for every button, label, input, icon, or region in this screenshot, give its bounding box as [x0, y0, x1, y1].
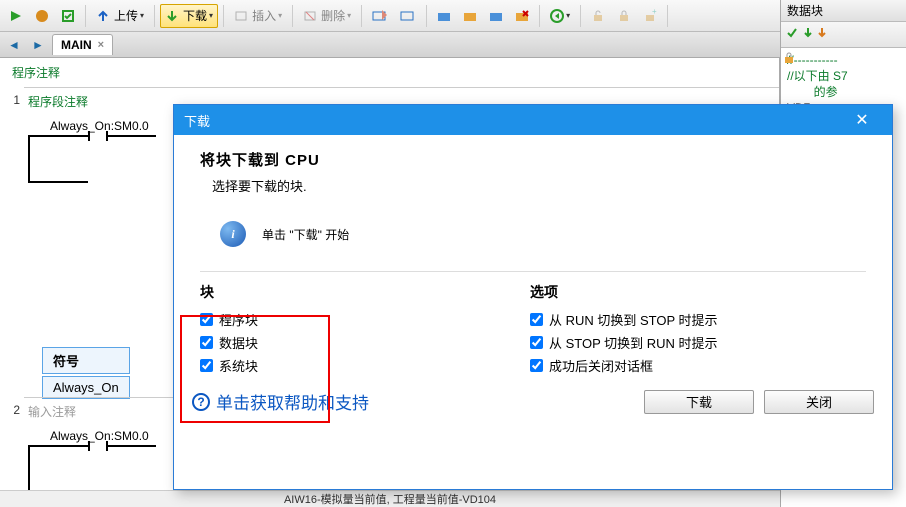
- blocks-heading: 块: [200, 282, 370, 302]
- row-number-2: 2: [4, 403, 20, 417]
- tool-icon-2[interactable]: [395, 4, 421, 28]
- close-icon[interactable]: ×: [98, 39, 104, 51]
- download-dialog: 下载 ✕ 将块下载到 CPU 选择要下载的块. i 单击 "下载" 开始 块 程…: [173, 104, 893, 490]
- delete-button: 删除▾: [298, 4, 356, 28]
- checkbox-system-block[interactable]: 系统块: [200, 356, 370, 375]
- tab-label: MAIN: [61, 38, 92, 52]
- row-number-1: 1: [4, 93, 20, 107]
- upload-button[interactable]: 上传 ▾: [91, 4, 149, 28]
- tool-folder-3[interactable]: [484, 4, 508, 28]
- checkbox-data-block[interactable]: 数据块: [200, 333, 370, 352]
- download-button[interactable]: 下载 ▾: [160, 4, 218, 28]
- tool-icon-1[interactable]: [367, 4, 393, 28]
- tab-main[interactable]: MAIN ×: [52, 34, 113, 55]
- close-button[interactable]: 关闭: [764, 390, 874, 414]
- lock-add-icon: +: [638, 4, 662, 28]
- program-comment: 程序注释: [12, 66, 60, 80]
- tool-nav[interactable]: ▾: [545, 4, 575, 28]
- dialog-subheading: 选择要下载的块.: [212, 176, 866, 195]
- upload-label: 上传: [114, 7, 138, 24]
- dialog-heading: 将块下载到 CPU: [200, 149, 866, 170]
- input-comment: 输入注释: [28, 403, 76, 420]
- segment-comment: 程序段注释: [28, 93, 88, 110]
- download-confirm-button[interactable]: 下载: [644, 390, 754, 414]
- dialog-titlebar: 下载 ✕: [174, 105, 892, 135]
- svg-text:+: +: [652, 9, 657, 16]
- stop-button[interactable]: [30, 4, 54, 28]
- down-icon[interactable]: [803, 26, 813, 43]
- dialog-title: 下载: [184, 111, 210, 130]
- compile-button[interactable]: [56, 4, 80, 28]
- info-icon: i: [220, 221, 246, 247]
- lock-icon: [783, 52, 795, 67]
- tab-next[interactable]: ►: [28, 35, 48, 55]
- help-icon: ?: [192, 393, 210, 411]
- checkbox-run-to-stop[interactable]: 从 RUN 切换到 STOP 时提示: [530, 310, 718, 329]
- tool-folder-2[interactable]: [458, 4, 482, 28]
- toolbar: 上传 ▾ 下载 ▾ 插入▾ 删除▾ ▾ +: [0, 0, 906, 32]
- dialog-close-button[interactable]: ✕: [842, 110, 882, 130]
- checkbox-program-block[interactable]: 程序块: [200, 310, 370, 329]
- download-label: 下载: [183, 7, 207, 24]
- symbol-table: 符号 Always_On: [40, 345, 132, 401]
- status-bar: AIW16-模拟量当前值, 工程量当前值-VD104: [0, 490, 780, 507]
- checkbox-stop-to-run[interactable]: 从 STOP 切换到 RUN 时提示: [530, 333, 718, 352]
- symbol-header: 符号: [42, 347, 130, 374]
- checkbox-close-on-success[interactable]: 成功后关闭对话框: [530, 356, 718, 375]
- tab-prev[interactable]: ◄: [4, 35, 24, 55]
- always-on-2: Always_On:SM0.0: [50, 429, 149, 443]
- help-link[interactable]: ? 单击获取帮助和支持: [192, 389, 369, 414]
- check-icon[interactable]: [785, 26, 799, 43]
- right-panel-title: 数据块: [781, 0, 906, 22]
- always-on-1: Always_On:SM0.0: [50, 119, 149, 133]
- insert-button: 插入▾: [229, 4, 287, 28]
- symbol-value[interactable]: Always_On: [42, 376, 130, 399]
- lock-icon: [612, 4, 636, 28]
- down-orange-icon[interactable]: [817, 26, 827, 43]
- dialog-info-text: 单击 "下载" 开始: [262, 226, 349, 243]
- tab-bar: ◄ ► MAIN × ▽: [0, 32, 906, 58]
- lock-open-icon: [586, 4, 610, 28]
- run-button[interactable]: [4, 4, 28, 28]
- options-heading: 选项: [530, 282, 718, 302]
- right-panel-toolbar: [781, 22, 906, 48]
- tool-folder-1[interactable]: [432, 4, 456, 28]
- tool-folder-x[interactable]: [510, 4, 534, 28]
